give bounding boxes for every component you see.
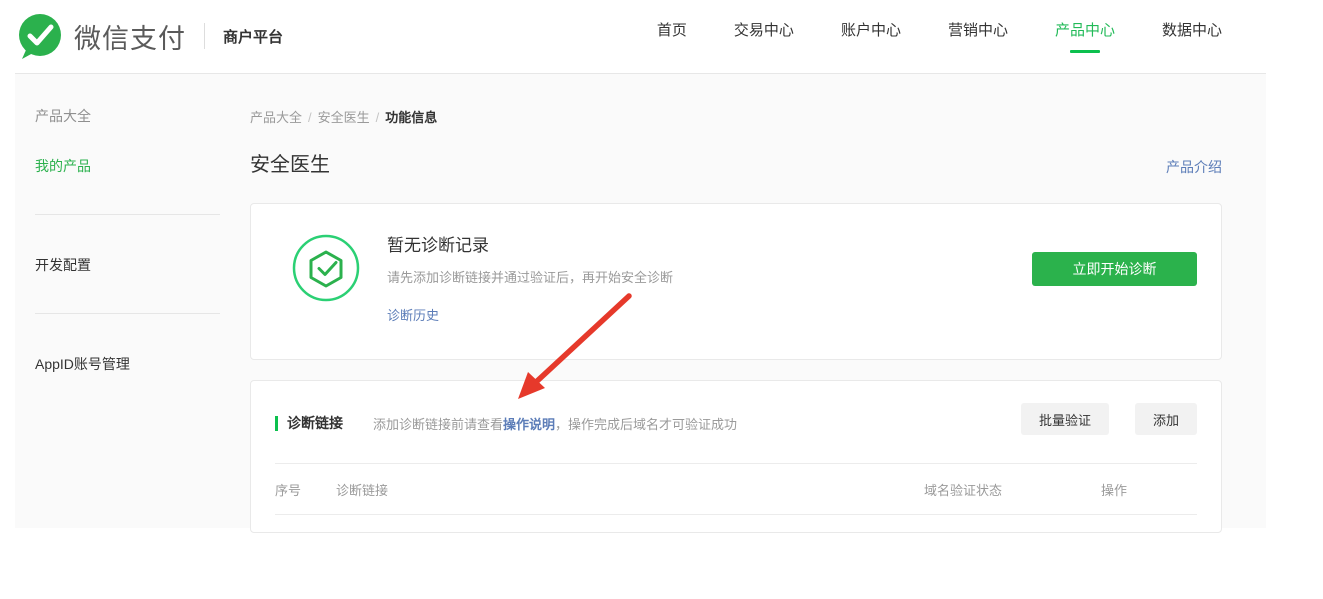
portal-label: 商户平台 xyxy=(223,26,283,47)
section-tip: 添加诊断链接前请查看操作说明，操作完成后域名才可验证成功 xyxy=(373,414,737,433)
brand-title: 微信支付 xyxy=(74,17,186,56)
diagnosis-links-card: 诊断链接 添加诊断链接前请查看操作说明，操作完成后域名才可验证成功 批量验证 添… xyxy=(250,380,1222,533)
product-intro-link[interactable]: 产品介绍 xyxy=(1166,157,1222,177)
wechat-pay-logo-icon xyxy=(16,12,64,60)
column-header-link: 诊断链接 xyxy=(336,480,924,499)
diagnosis-empty-card: 暂无诊断记录 请先添加诊断链接并通过验证后，再开始安全诊断 诊断历史 立即开始诊… xyxy=(250,203,1222,360)
nav-item-products-label: 产品中心 xyxy=(1055,22,1115,39)
sidebar-item-appid-management[interactable]: AppID账号管理 xyxy=(35,354,235,374)
top-navigation: 首页 交易中心 账户中心 营销中心 产品中心 数据中心 xyxy=(657,20,1222,42)
links-table-header: 序号 诊断链接 域名验证状态 操作 xyxy=(275,463,1197,515)
nav-item-transactions[interactable]: 交易中心 xyxy=(734,20,794,42)
sidebar-item-my-products[interactable]: 我的产品 xyxy=(35,156,235,176)
page-container: 产品大全 我的产品 开发配置 AppID账号管理 产品大全 / 安全医生 / 功能信息 … xyxy=(15,73,1266,528)
nav-item-data[interactable]: 数据中心 xyxy=(1162,20,1222,42)
start-diagnosis-button[interactable]: 立即开始诊断 xyxy=(1032,252,1197,286)
breadcrumb-separator: / xyxy=(376,110,380,125)
sidebar: 产品大全 我的产品 开发配置 AppID账号管理 xyxy=(15,74,235,404)
empty-state-subtitle: 请先添加诊断链接并通过验证后，再开始安全诊断 xyxy=(387,267,673,286)
active-nav-underline xyxy=(1070,50,1100,53)
title-row: 安全医生 产品介绍 xyxy=(250,148,1222,177)
main-content: 产品大全 / 安全医生 / 功能信息 安全医生 产品介绍 暂无诊断记录 请先添加诊断链接… xyxy=(235,74,1266,529)
sidebar-divider xyxy=(35,214,220,215)
tip-prefix: 添加诊断链接前请查看 xyxy=(373,417,503,432)
batch-verify-button[interactable]: 批量验证 xyxy=(1021,403,1109,435)
column-header-index: 序号 xyxy=(275,480,336,499)
nav-item-marketing[interactable]: 营销中心 xyxy=(948,20,1008,42)
page-title: 安全医生 xyxy=(250,148,330,177)
section-title: 诊断链接 xyxy=(287,413,343,433)
add-link-button[interactable]: 添加 xyxy=(1135,403,1197,435)
nav-item-products[interactable]: 产品中心 xyxy=(1055,20,1115,42)
top-header: 微信支付 商户平台 首页 交易中心 账户中心 营销中心 产品中心 数据中心 xyxy=(0,0,1323,73)
security-shield-icon xyxy=(291,233,361,303)
breadcrumb-item[interactable]: 产品大全 xyxy=(250,110,302,125)
section-accent-bar xyxy=(275,416,278,431)
brand-divider xyxy=(204,23,205,49)
empty-state-title: 暂无诊断记录 xyxy=(387,231,673,256)
sidebar-divider xyxy=(35,313,220,314)
brand: 微信支付 商户平台 xyxy=(16,12,283,60)
diagnosis-links-header: 诊断链接 添加诊断链接前请查看操作说明，操作完成后域名才可验证成功 批量验证 添… xyxy=(275,411,1197,435)
operation-guide-link[interactable]: 操作说明 xyxy=(503,417,555,432)
breadcrumb-separator: / xyxy=(308,110,312,125)
links-actions: 批量验证 添加 xyxy=(1021,403,1197,435)
breadcrumb: 产品大全 / 安全医生 / 功能信息 xyxy=(250,107,1222,126)
column-header-actions: 操作 xyxy=(1101,480,1197,499)
nav-item-home[interactable]: 首页 xyxy=(657,20,687,42)
diagnosis-history-link[interactable]: 诊断历史 xyxy=(387,305,439,324)
breadcrumb-current: 功能信息 xyxy=(385,110,437,125)
sidebar-item-all-products[interactable]: 产品大全 xyxy=(35,106,235,126)
nav-item-account[interactable]: 账户中心 xyxy=(841,20,901,42)
column-header-domain-status: 域名验证状态 xyxy=(924,480,1101,499)
breadcrumb-item[interactable]: 安全医生 xyxy=(318,110,370,125)
tip-suffix: ，操作完成后域名才可验证成功 xyxy=(555,417,737,432)
empty-state-texts: 暂无诊断记录 请先添加诊断链接并通过验证后，再开始安全诊断 诊断历史 xyxy=(387,229,673,325)
sidebar-item-dev-config[interactable]: 开发配置 xyxy=(35,255,235,275)
